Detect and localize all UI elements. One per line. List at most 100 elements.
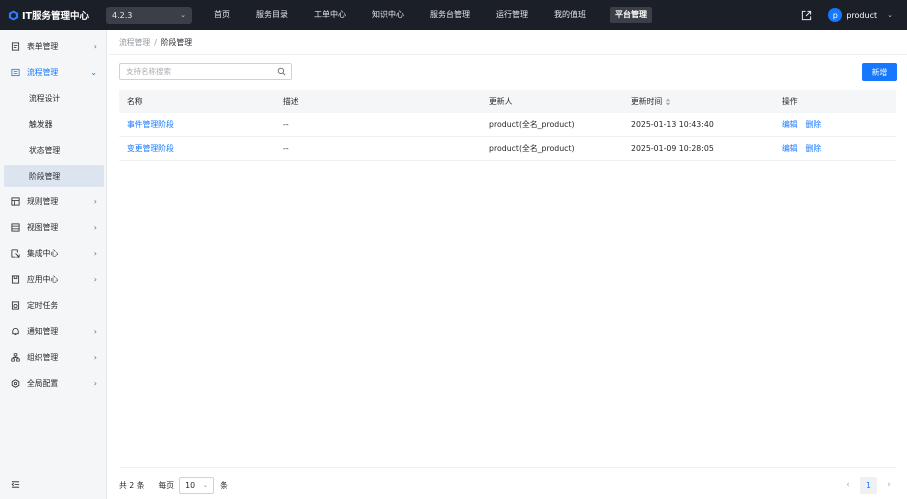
next-page-button[interactable]: ›: [882, 480, 896, 490]
app-title: IT服务管理中心: [22, 11, 90, 22]
version-select[interactable]: 4.2.3 ⌄: [106, 6, 192, 24]
nav-item-platform-management[interactable]: 平台管理: [610, 7, 652, 23]
user-area: p product ⌄: [801, 0, 893, 30]
nav-item-ticket-center[interactable]: 工单中心: [312, 7, 348, 23]
sort-icon[interactable]: [665, 98, 671, 106]
main-nav: 首页 服务目录 工单中心 知识中心 服务台管理 运行管理 我的值班 平台管理: [212, 7, 674, 23]
chevron-down-icon: ⌄: [202, 481, 209, 489]
column-header-updated-at-label: 更新时间: [631, 97, 663, 106]
nav-item-operations[interactable]: 运行管理: [494, 7, 530, 23]
app-logo[interactable]: IT服务管理中心: [8, 8, 104, 22]
divider: [108, 54, 907, 55]
per-page-label: 每页: [158, 480, 175, 490]
stage-updater: product(全名_product): [489, 120, 575, 129]
prev-page-button[interactable]: ‹: [841, 480, 855, 490]
nav-item-my-duty[interactable]: 我的值班: [552, 7, 588, 23]
chevron-down-icon: ⌄: [90, 67, 97, 77]
sidebar: 表单管理 › 流程管理 ⌄ 流程设计 触发器 状态管理 阶段管理 规则管理 › …: [0, 30, 107, 499]
sidebar-item-integration-center[interactable]: 集成中心 ›: [0, 242, 107, 264]
app-icon: [11, 274, 20, 284]
table-row: 事件管理阶段 -- product(全名_product) 2025-01-13…: [119, 113, 896, 137]
chevron-down-icon[interactable]: ⌄: [887, 11, 893, 19]
sidebar-item-stage-management[interactable]: 阶段管理: [4, 165, 104, 187]
sidebar-item-triggers[interactable]: 触发器: [0, 113, 107, 135]
column-header-description: 描述: [283, 97, 299, 106]
sidebar-item-notification-management[interactable]: 通知管理 ›: [0, 320, 107, 342]
app-logo-icon: [8, 9, 19, 21]
stage-name-link[interactable]: 变更管理阶段: [119, 143, 283, 154]
row-actions: 编辑 删除: [782, 143, 892, 154]
stage-updated-at: 2025-01-13 10:43:40: [631, 120, 714, 129]
chevron-right-icon: ›: [93, 248, 97, 258]
sidebar-item-label: 流程管理: [27, 67, 59, 77]
sidebar-item-view-management[interactable]: 视图管理 ›: [0, 216, 107, 238]
pagination: 共 2 条 每页 10 ⌄ 条 ‹ 1 ›: [119, 476, 896, 494]
sidebar-item-org-management[interactable]: 组织管理 ›: [0, 346, 107, 368]
nav-item-service-desk[interactable]: 服务台管理: [428, 7, 472, 23]
stage-name-link[interactable]: 事件管理阶段: [119, 119, 283, 130]
edit-button[interactable]: 编辑: [782, 120, 798, 129]
add-button[interactable]: 新增: [862, 63, 897, 81]
chevron-right-icon: ›: [93, 222, 97, 232]
column-header-actions: 操作: [782, 97, 798, 106]
sidebar-item-form-management[interactable]: 表单管理 ›: [0, 35, 107, 57]
delete-button[interactable]: 删除: [806, 144, 822, 153]
sidebar-item-status-management[interactable]: 状态管理: [0, 139, 107, 161]
sidebar-item-scheduled-tasks[interactable]: 定时任务: [0, 294, 107, 316]
bell-icon: [12, 327, 19, 335]
stage-table: 名称 描述 更新人 更新时间 操作 事件管理阶段 -- product(全名_p…: [119, 90, 896, 161]
sidebar-item-global-config[interactable]: 全局配置 ›: [0, 372, 107, 394]
breadcrumb-current: 阶段管理: [160, 38, 193, 47]
nav-item-home[interactable]: 首页: [212, 7, 232, 23]
integration-icon: [11, 248, 20, 258]
breadcrumb-separator: /: [154, 38, 157, 47]
avatar[interactable]: p: [828, 8, 843, 22]
page-number-button[interactable]: 1: [860, 476, 877, 494]
chevron-right-icon: ›: [93, 352, 97, 362]
chevron-right-icon: ›: [93, 196, 97, 206]
sidebar-item-app-center[interactable]: 应用中心 ›: [0, 268, 107, 290]
page-size-unit: 条: [220, 480, 228, 490]
column-header-updated-at[interactable]: 更新时间: [631, 96, 782, 107]
chevron-right-icon: ›: [93, 326, 97, 336]
column-header-updater: 更新人: [489, 97, 513, 106]
divider: [119, 467, 896, 468]
edit-button[interactable]: 编辑: [782, 144, 798, 153]
settings-icon: [11, 378, 20, 388]
external-link-icon[interactable]: [801, 10, 812, 21]
table-row: 变更管理阶段 -- product(全名_product) 2025-01-09…: [119, 137, 896, 161]
nav-item-service-catalog[interactable]: 服务目录: [254, 7, 290, 23]
sidebar-item-process-management[interactable]: 流程管理 ⌄: [0, 61, 107, 83]
chevron-down-icon: ⌄: [180, 11, 186, 19]
sidebar-item-label: 表单管理: [27, 41, 59, 51]
breadcrumb-parent[interactable]: 流程管理: [119, 38, 150, 47]
username[interactable]: product: [846, 11, 877, 20]
search-icon[interactable]: [277, 67, 286, 76]
view-icon: [11, 222, 20, 232]
process-icon: [11, 68, 20, 76]
total-count: 共 2 条: [119, 480, 145, 490]
page-size-select[interactable]: 10 ⌄: [179, 476, 215, 494]
sidebar-item-rule-management[interactable]: 规则管理 ›: [0, 190, 107, 212]
chevron-right-icon: ›: [93, 378, 97, 388]
column-header-name: 名称: [127, 97, 143, 106]
search-input[interactable]: [126, 67, 266, 76]
sidebar-item-label: 全局配置: [27, 378, 59, 388]
sidebar-item-label: 视图管理: [27, 222, 59, 232]
sidebar-item-label: 通知管理: [27, 326, 59, 336]
sidebar-item-label: 集成中心: [27, 248, 59, 258]
sidebar-item-label: 应用中心: [27, 274, 59, 284]
table-header: 名称 描述 更新人 更新时间 操作: [119, 90, 896, 113]
breadcrumb: 流程管理 / 阶段管理: [119, 37, 192, 48]
search-box: [119, 63, 292, 80]
sidebar-item-label: 定时任务: [27, 300, 59, 310]
delete-button[interactable]: 删除: [806, 120, 822, 129]
sidebar-item-label: 组织管理: [27, 352, 59, 362]
collapse-sidebar-icon[interactable]: [11, 480, 20, 489]
stage-description: --: [283, 144, 289, 153]
sidebar-item-process-design[interactable]: 流程设计: [0, 87, 107, 109]
sidebar-item-label: 规则管理: [27, 196, 59, 206]
row-actions: 编辑 删除: [782, 119, 892, 130]
version-value: 4.2.3: [112, 10, 133, 20]
nav-item-knowledge-center[interactable]: 知识中心: [370, 7, 406, 23]
